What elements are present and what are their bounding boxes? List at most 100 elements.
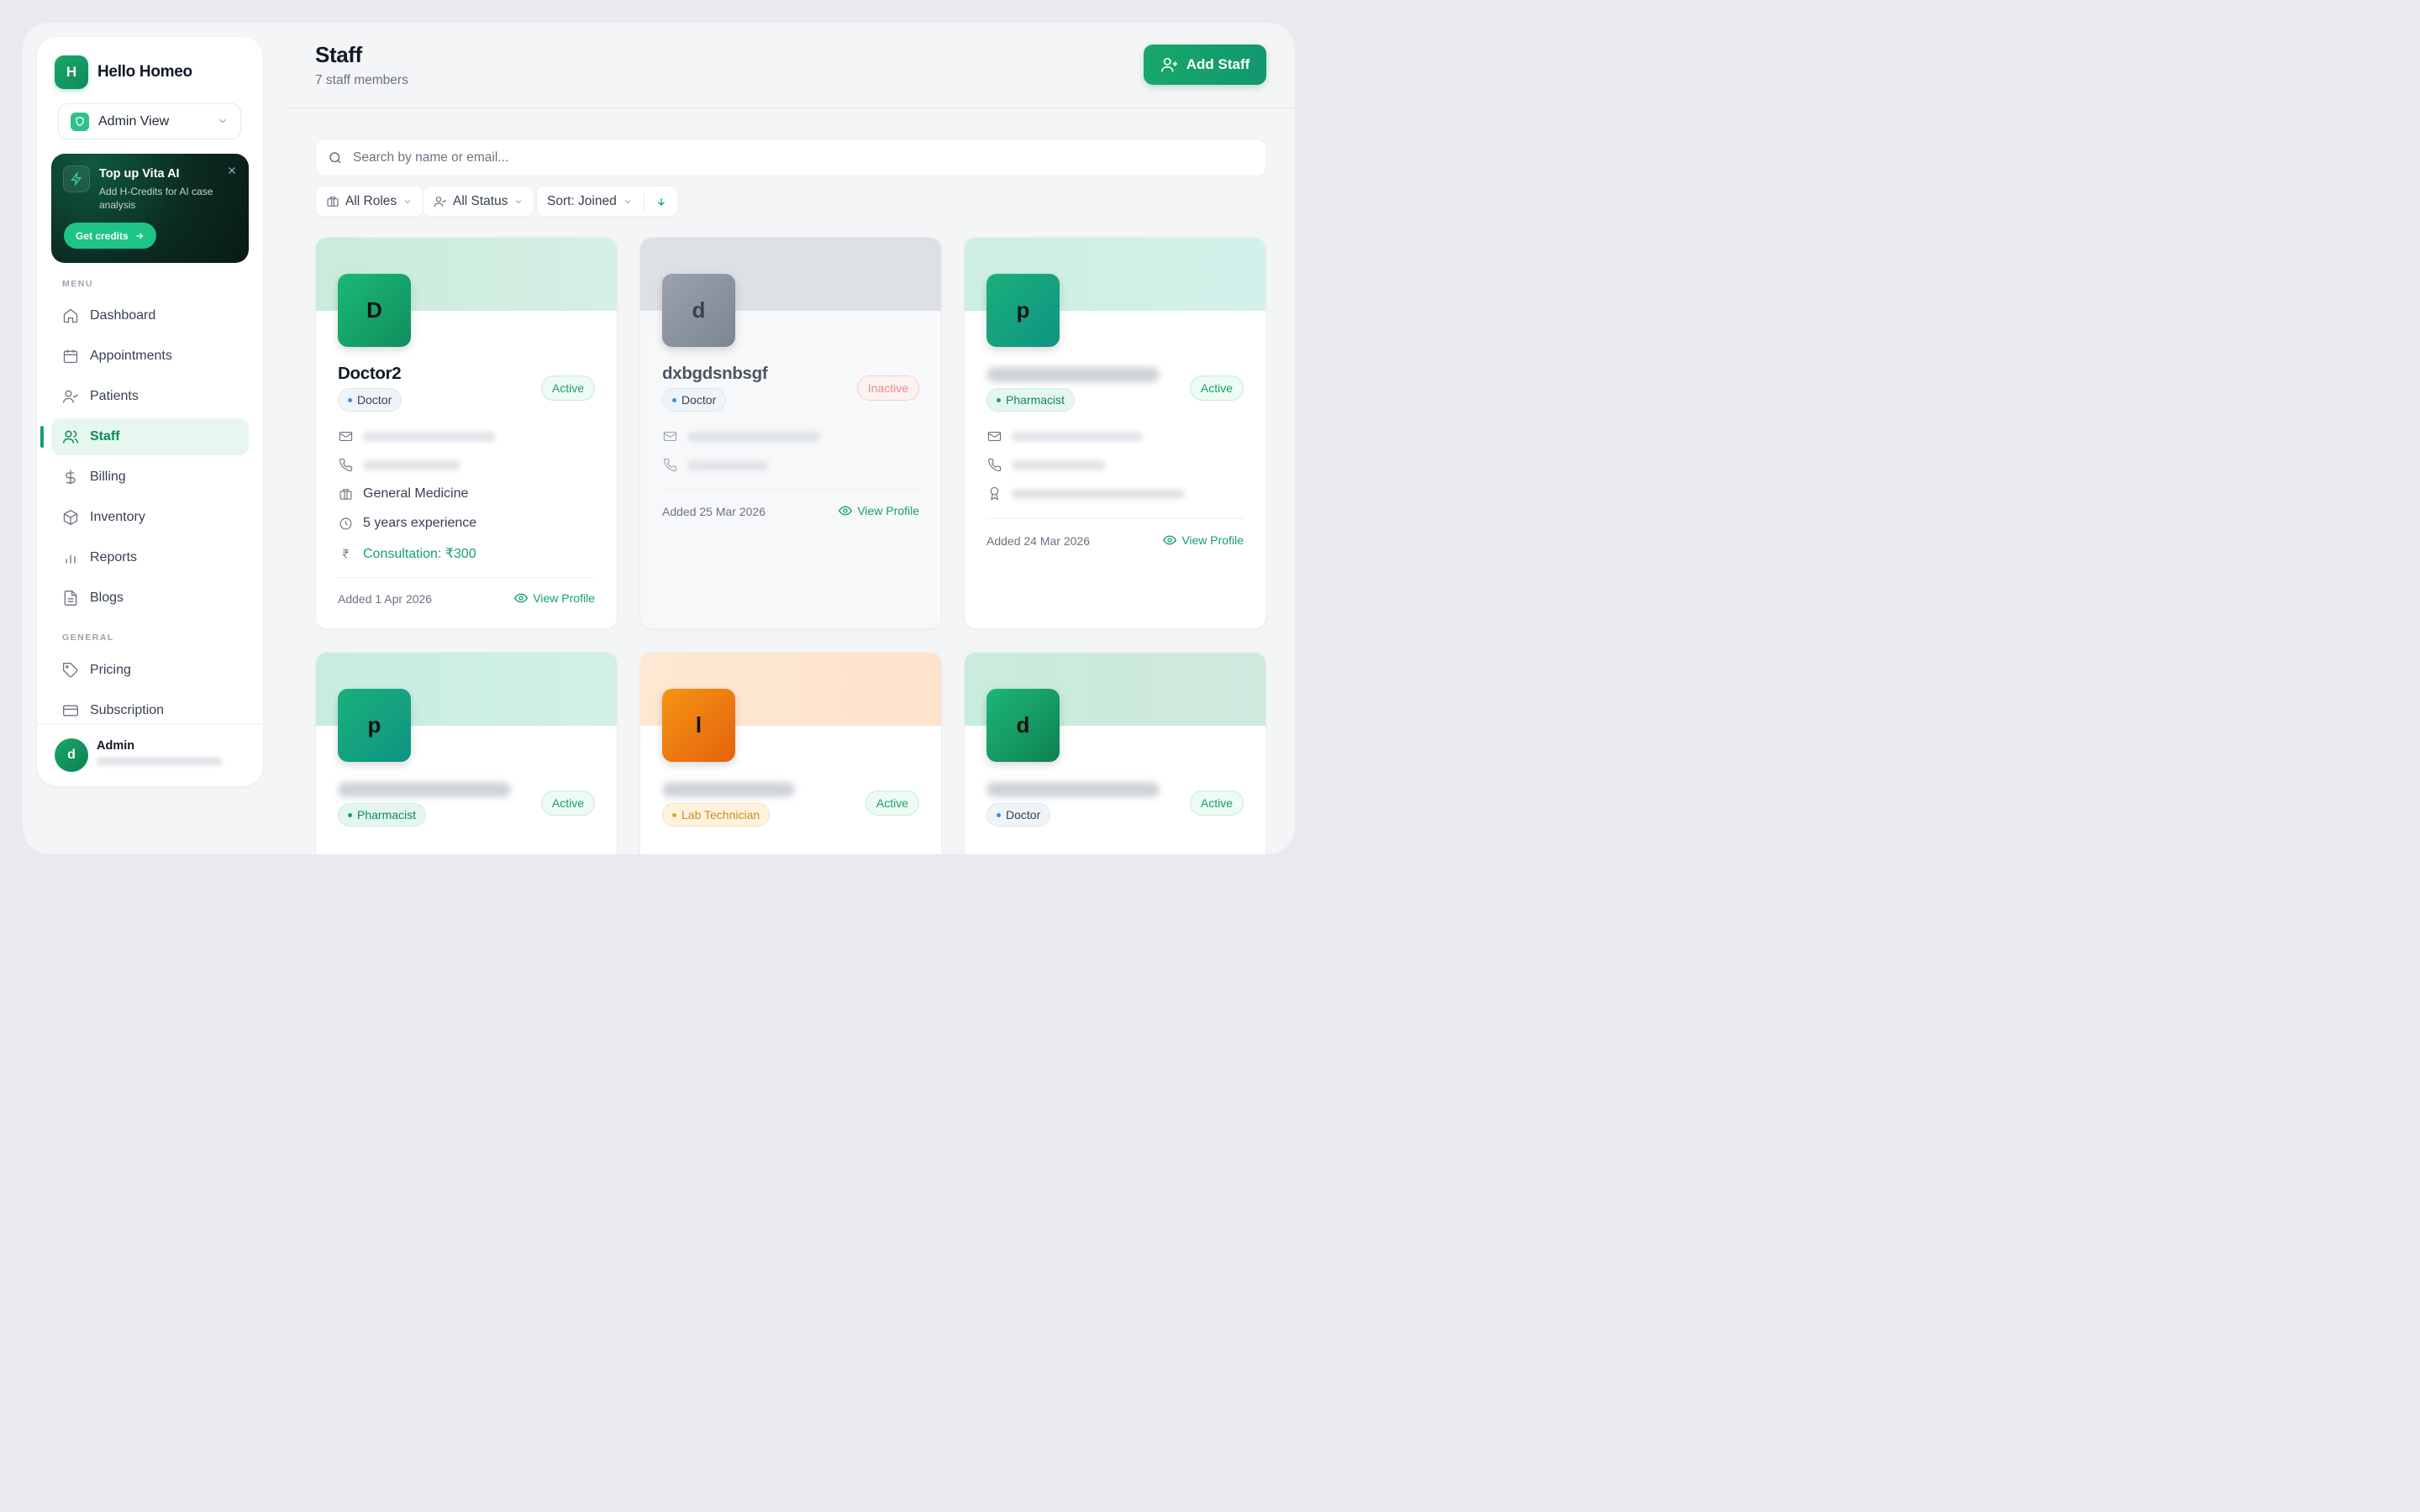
promo-title: Top up Vita AI [99,167,180,181]
license-row [986,486,1185,501]
sidebar-divider [37,723,263,724]
sidebar-item-staff[interactable]: Staff [51,418,249,455]
phone-row [986,458,1106,472]
sidebar-item-label: Billing [90,470,126,484]
view-selector[interactable]: Admin View [58,103,241,139]
role-dot [997,397,1001,402]
search-input[interactable] [353,150,1109,165]
brand[interactable]: H Hello Homeo [55,55,192,89]
tag-icon [62,662,79,679]
license-redacted [1012,488,1185,499]
email-row [338,429,496,444]
view-profile-link[interactable]: View Profile [1163,533,1244,547]
page-subtitle: 7 staff members [315,73,408,87]
status-badge: Active [540,790,595,816]
experience-row: 5 years experience [338,516,476,531]
staff-name-redacted [986,367,1160,382]
user-profile[interactable]: d Admin [55,738,223,772]
chevron-down-icon [513,197,523,207]
eye-icon [514,591,529,605]
added-date: Added 24 Mar 2026 [986,534,1090,548]
staff-card: l Lab Technician Active [639,652,942,854]
arrow-down-icon[interactable] [655,196,667,207]
sidebar-item-label: Patients [90,389,139,403]
sidebar-item-patients[interactable]: Patients [51,378,249,415]
brand-name: Hello Homeo [97,63,192,81]
roles-filter-label: All Roles [345,193,397,208]
sidebar-item-pricing[interactable]: Pricing [51,652,249,689]
staff-name: dxbgdsnbsgf [662,364,768,383]
chevron-down-icon [402,197,413,207]
status-badge: Inactive [856,375,919,401]
role-dot [997,812,1001,817]
rupee-icon [338,548,353,560]
add-staff-label: Add Staff [1186,56,1250,72]
role-dot [348,812,352,817]
home-icon [62,307,79,324]
fee-row: Consultation: ₹300 [338,545,476,562]
close-icon[interactable] [227,165,237,176]
get-credits-button[interactable]: Get credits [64,223,156,249]
sidebar-item-reports[interactable]: Reports [51,539,249,576]
bar-chart-icon [62,549,79,566]
view-profile-link[interactable]: View Profile [839,504,919,517]
briefcase-icon [338,487,353,501]
staff-card: d Doctor Active [964,652,1266,854]
user-email-redacted [97,757,223,766]
fee-text: Consultation: ₹300 [363,547,476,561]
box-icon [62,509,79,526]
add-staff-button[interactable]: Add Staff [1144,45,1266,85]
role-label: Pharmacist [357,808,417,822]
staff-name: Doctor2 [338,364,402,383]
avatar: d [986,689,1060,762]
staff-card: D Doctor2 Doctor Active General Medicine… [315,237,618,629]
sidebar-item-label: Appointments [90,349,172,363]
chevron-down-icon [217,115,229,127]
search-bar[interactable] [315,139,1266,176]
email-row [986,429,1143,444]
sidebar-item-label: Inventory [90,510,145,524]
avatar: D [338,274,411,347]
sidebar-item-appointments[interactable]: Appointments [51,338,249,375]
sidebar-item-billing[interactable]: Billing [51,459,249,496]
mail-icon [986,429,1002,444]
role-dot [672,397,676,402]
user-check-icon [62,388,79,405]
eye-icon [1163,533,1177,547]
role-badge: Doctor [986,803,1051,827]
sidebar: H Hello Homeo Admin View Top up Vita AI … [37,37,263,786]
role-badge: Lab Technician [662,803,771,827]
status-filter-label: All Status [453,193,508,208]
sidebar-item-blogs[interactable]: Blogs [51,580,249,617]
app-frame: H Hello Homeo Admin View Top up Vita AI … [23,23,1295,854]
email-row [662,429,820,444]
roles-filter[interactable]: All Roles [315,186,424,217]
mail-icon [662,429,677,444]
sidebar-item-dashboard[interactable]: Dashboard [51,297,249,334]
staff-card: p Pharmacist Active Added 24 Mar 2026 Vi… [964,237,1266,629]
role-label: Pharmacist [1006,393,1065,407]
email-redacted [363,431,496,442]
staff-name-redacted [662,782,795,797]
experience-text: 5 years experience [363,516,477,530]
arrow-right-icon [134,231,145,241]
role-label: Doctor [357,393,392,407]
card-divider [662,490,919,491]
status-filter[interactable]: All Status [423,186,535,217]
sidebar-item-label: Subscription [90,703,165,717]
avatar: d [662,274,735,347]
phone-icon [662,458,677,472]
sort-filter[interactable]: Sort: Joined [536,186,678,217]
phone-redacted [363,459,460,470]
clock-icon [338,517,353,531]
view-profile-label: View Profile [1181,533,1244,547]
brand-logo: H [55,55,88,89]
sidebar-item-inventory[interactable]: Inventory [51,499,249,536]
sort-filter-label: Sort: Joined [547,193,617,208]
avatar: p [338,689,411,762]
avatar: l [662,689,735,762]
view-profile-link[interactable]: View Profile [514,591,595,605]
promo-description: Add H-Credits for AI case analysis [99,186,213,211]
file-text-icon [62,590,79,606]
staff-card: p Pharmacist Active [315,652,618,854]
